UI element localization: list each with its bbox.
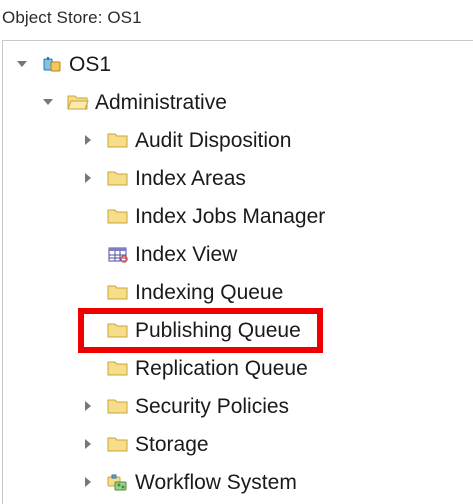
tree-node-label: Storage — [135, 432, 209, 456]
tree-node-indexing-queue[interactable]: Indexing Queue — [81, 275, 283, 309]
tree-node-security-policies[interactable]: Security Policies — [81, 389, 289, 423]
tree-node-index-jobs-manager[interactable]: Index Jobs Manager — [81, 199, 325, 233]
folder-icon — [107, 359, 129, 377]
tree-panel: OS1 Administrative Audit Disposition Ind… — [2, 40, 473, 504]
chevron-right-icon[interactable] — [81, 475, 95, 489]
folder-icon — [107, 283, 129, 301]
tree-node-label: Index View — [135, 242, 238, 266]
folder-icon — [107, 207, 129, 225]
tree-node-label: Security Policies — [135, 394, 290, 418]
tree-node-storage[interactable]: Storage — [81, 427, 209, 461]
folder-icon — [107, 397, 129, 415]
folder-icon — [107, 131, 129, 149]
tree-node-workflow-system[interactable]: Workflow System — [81, 465, 297, 499]
chevron-right-icon[interactable] — [81, 399, 95, 413]
folder-open-icon — [67, 93, 89, 111]
grid-view-icon — [107, 245, 129, 263]
chevron-down-icon[interactable] — [41, 95, 55, 109]
tree-node-publishing-queue[interactable]: Publishing Queue — [81, 313, 301, 347]
folder-icon — [107, 435, 129, 453]
chevron-right-icon[interactable] — [81, 133, 95, 147]
tree-node-label: Publishing Queue — [135, 318, 301, 342]
tree-node-administrative[interactable]: Administrative — [41, 85, 227, 119]
tree-node-label: OS1 — [69, 52, 112, 76]
tree-node-replication-queue[interactable]: Replication Queue — [81, 351, 308, 385]
page-title: Object Store: OS1 — [2, 8, 142, 27]
folder-icon — [107, 169, 129, 187]
tree-node-index-view[interactable]: Index View — [81, 237, 237, 271]
folder-icon — [107, 321, 129, 339]
workflow-icon — [107, 473, 129, 491]
tree-node-label: Index Jobs Manager — [135, 204, 326, 228]
chevron-right-icon[interactable] — [81, 171, 95, 185]
tree-node-os1[interactable]: OS1 — [15, 47, 111, 81]
tree-node-index-areas[interactable]: Index Areas — [81, 161, 246, 195]
chevron-down-icon[interactable] — [15, 57, 29, 71]
tree-node-label: Workflow System — [135, 470, 297, 494]
tree-node-label: Audit Disposition — [135, 128, 292, 152]
chevron-right-icon[interactable] — [81, 437, 95, 451]
object-store-view: Object Store: OS1 OS1 Administrative Aud… — [0, 0, 473, 504]
tree-node-label: Replication Queue — [135, 356, 308, 380]
object-store-icon — [41, 55, 63, 73]
tree-node-label: Index Areas — [135, 166, 246, 190]
tree-node-label: Indexing Queue — [135, 280, 284, 304]
tree-node-audit-disposition[interactable]: Audit Disposition — [81, 123, 291, 157]
tree-node-label: Administrative — [95, 90, 227, 114]
